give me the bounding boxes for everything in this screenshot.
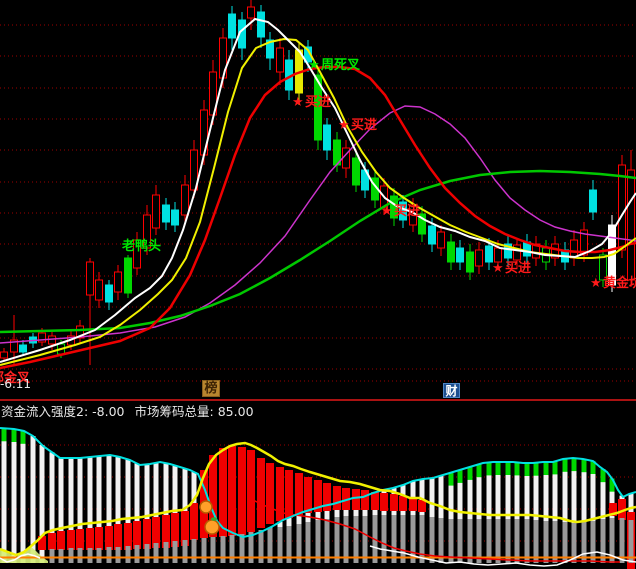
candles-layer xyxy=(1,0,635,365)
signal-label: 买进 xyxy=(351,118,377,133)
indicator-corner-value: -6.11 xyxy=(0,377,31,391)
hand-marker xyxy=(200,501,212,513)
indicator-title-bar[interactable]: 资金流入强度2: -8.00 市场筹码总量: 85.00 xyxy=(1,401,264,416)
signal-label: 买进 xyxy=(505,261,531,276)
signal-star-icon: ★ xyxy=(308,58,320,73)
signal-star-icon: ★ xyxy=(292,95,304,110)
bang-badge[interactable]: 榜 xyxy=(202,380,220,397)
fund-inflow-value: -8.00 xyxy=(92,404,124,419)
orange-fruit-marker xyxy=(205,520,219,534)
cai-badge[interactable]: 财 xyxy=(443,383,460,398)
signal-label: 买进 xyxy=(394,204,420,219)
fund-inflow-label: 资金流入强度2: xyxy=(1,404,88,419)
signal-label: 买进 xyxy=(305,95,331,110)
signal-label: 周死叉 xyxy=(321,58,361,73)
signal-star-icon: ★ xyxy=(381,204,393,219)
signal-star-icon: ★ xyxy=(492,261,504,276)
signal-label: 黄金坑 xyxy=(603,275,636,291)
chip-total-label: 市场筹码总量: xyxy=(135,404,214,419)
stock-chart-app: 老鸭头★周死叉★买进★买进★买进★买进★黄金坑 榜 财 部金叉 -6.11 资金… xyxy=(0,0,636,569)
signal-label: 老鸭头 xyxy=(121,238,161,254)
chart-canvas[interactable]: 老鸭头★周死叉★买进★买进★买进★买进★黄金坑 xyxy=(0,0,636,569)
signal-star-icon: ★ xyxy=(338,118,350,133)
chip-total-value: 85.00 xyxy=(218,404,254,419)
sub-panel-layer xyxy=(0,428,636,569)
signal-star-icon: ★ xyxy=(590,276,602,291)
